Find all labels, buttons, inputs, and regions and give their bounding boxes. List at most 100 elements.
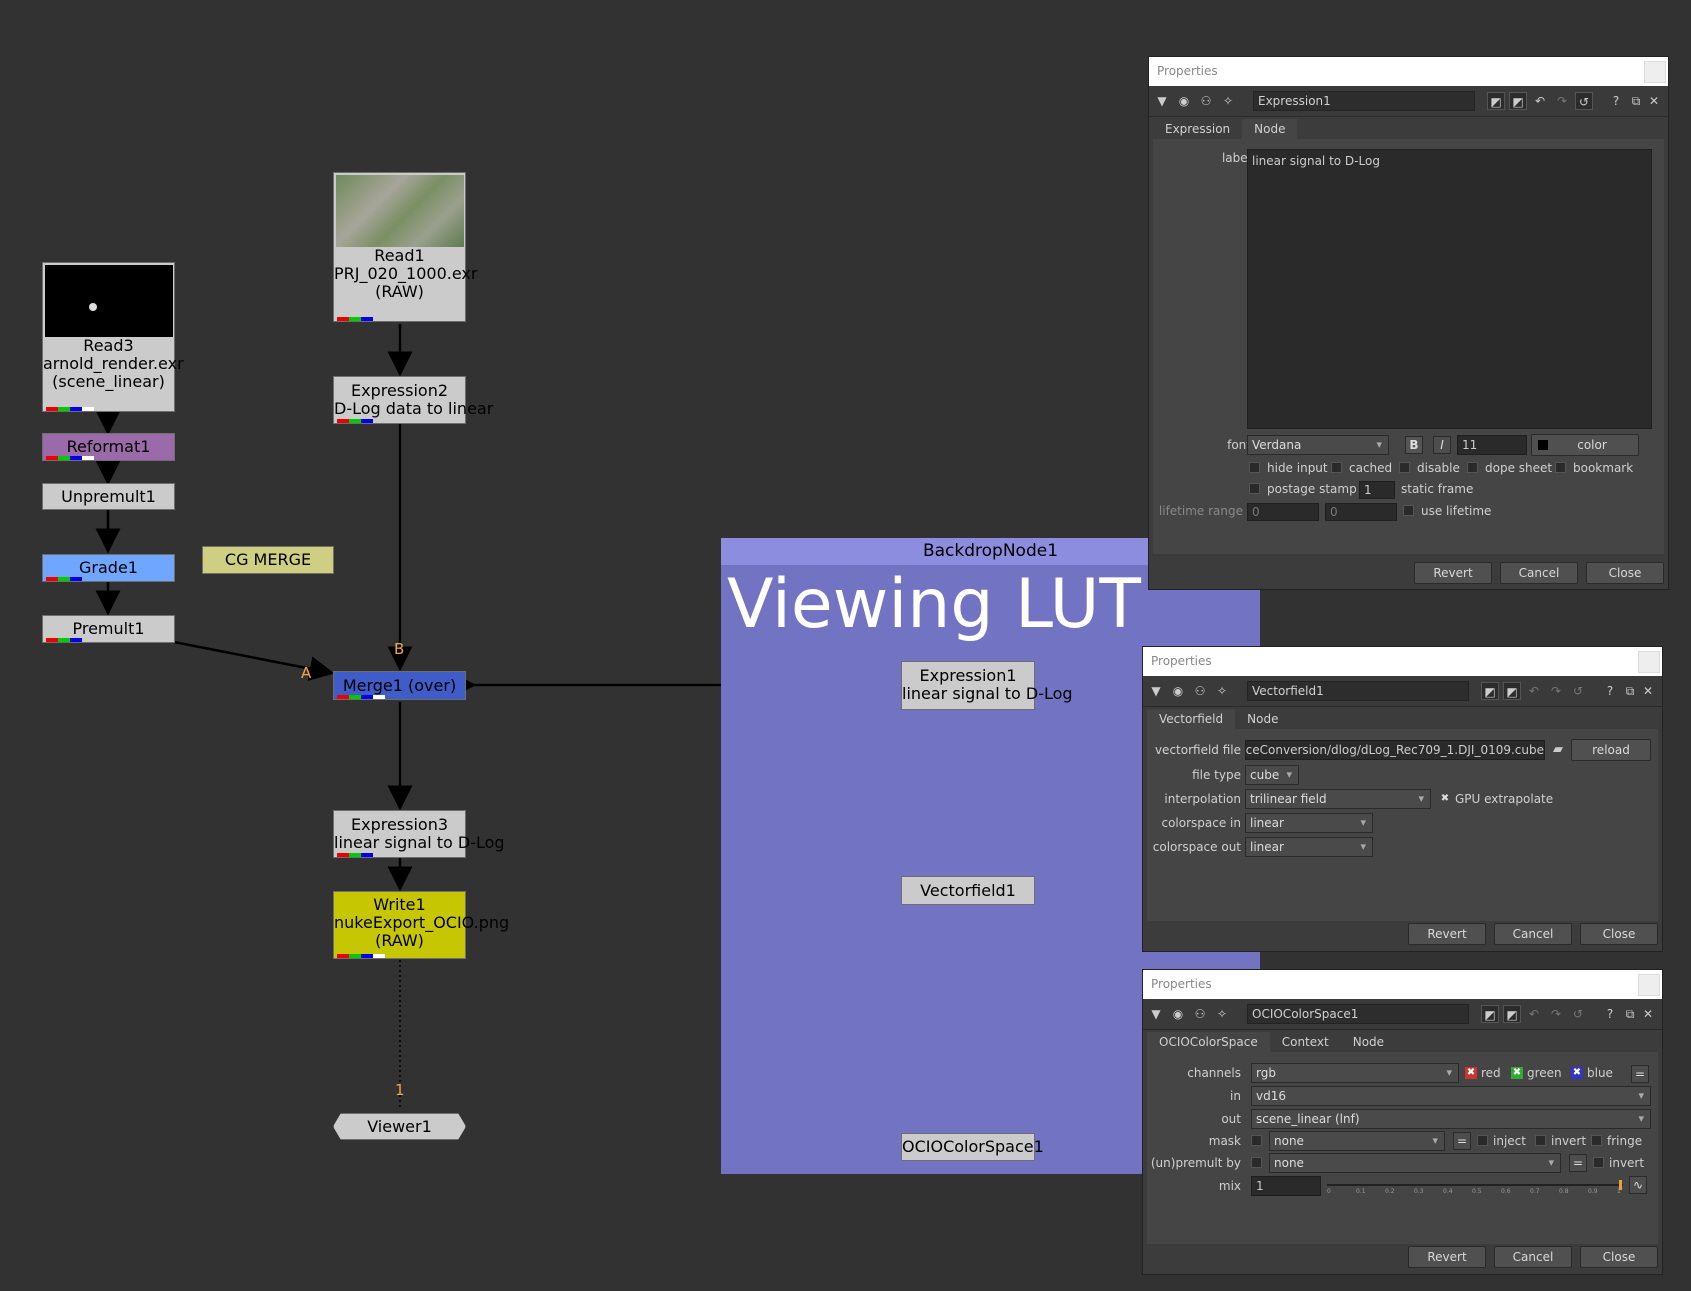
color-swatch2-icon[interactable]: ◩ [1509,92,1527,110]
gpu-extrapolate-checkbox[interactable]: ✖ [1439,793,1451,805]
node-reformat1[interactable]: Reformat1 [42,433,175,461]
channels-dropdown[interactable]: rgb [1251,1063,1459,1083]
input-icon[interactable]: ⚇ [1197,92,1215,110]
node-unpremult1[interactable]: Unpremult1 [42,483,175,510]
fringe-checkbox[interactable] [1591,1135,1602,1146]
premult-checkbox[interactable] [1251,1157,1262,1168]
tab-context[interactable]: Context [1270,1032,1341,1052]
cancel-button[interactable]: Cancel [1500,562,1578,584]
close-button[interactable]: Close [1586,562,1664,584]
panel-close-box[interactable] [1638,651,1660,673]
italic-button[interactable]: I [1433,436,1451,454]
wrench-icon[interactable]: ✧ [1213,682,1231,700]
node-vectorfield1[interactable]: Vectorfield1 [901,876,1035,905]
panel-title-bar[interactable]: Properties [1149,57,1668,86]
revert-button[interactable]: Revert [1408,1246,1486,1268]
wrench-icon[interactable]: ✧ [1213,1005,1231,1023]
node-name-field[interactable]: Vectorfield1 [1247,681,1469,701]
blue-checkbox[interactable]: ✖ [1571,1067,1583,1079]
center-node-icon[interactable]: ◉ [1175,92,1193,110]
revert-button[interactable]: Revert [1414,562,1492,584]
use-lifetime-checkbox[interactable] [1403,505,1414,516]
color-button[interactable]: color [1531,434,1639,456]
undo-icon[interactable]: ↶ [1531,92,1549,110]
help-icon[interactable]: ? [1607,92,1625,110]
color-swatch2-icon[interactable]: ◩ [1503,682,1521,700]
center-node-icon[interactable]: ◉ [1169,682,1187,700]
postage-frame-field[interactable]: 1 [1359,481,1395,499]
help-icon[interactable]: ? [1601,682,1619,700]
color-swatch-icon[interactable]: ◩ [1487,92,1505,110]
node-name-field[interactable]: OCIOColorSpace1 [1247,1004,1469,1024]
mask-dropdown[interactable]: none [1269,1131,1445,1151]
close-button[interactable]: Close [1580,923,1658,945]
node-read3[interactable]: Read3 arnold_render.exr (scene_linear) [42,262,184,412]
green-checkbox[interactable]: ✖ [1511,1067,1523,1079]
tab-node[interactable]: Node [1242,119,1298,139]
panel-title-bar[interactable]: Properties [1143,970,1662,999]
font-dropdown[interactable]: Verdana [1247,435,1389,455]
help-icon[interactable]: ? [1601,1005,1619,1023]
input-icon[interactable]: ⚇ [1191,1005,1209,1023]
close-icon[interactable]: ✕ [1639,1005,1657,1023]
node-merge1[interactable]: Merge1 (over) [333,671,466,700]
reload-button[interactable]: reload [1571,739,1651,761]
hide-input-checkbox[interactable] [1249,462,1260,473]
node-grade1[interactable]: Grade1 [42,554,175,582]
revert-button[interactable]: Revert [1408,923,1486,945]
node-name-field[interactable]: Expression1 [1253,91,1475,111]
input-icon[interactable]: ⚇ [1191,682,1209,700]
reset-icon[interactable]: ↺ [1575,92,1593,110]
mask-checkbox[interactable] [1251,1135,1262,1146]
lifetime-end-field[interactable]: 0 [1325,503,1397,521]
tab-node[interactable]: Node [1235,709,1290,729]
color-swatch-icon[interactable]: ◩ [1481,1005,1499,1023]
colorspace-out-dropdown[interactable]: linear [1245,837,1373,857]
curve-icon[interactable]: ∿ [1629,1176,1647,1194]
float-icon[interactable]: ⧉ [1627,92,1645,110]
close-icon[interactable]: ✕ [1645,92,1663,110]
reset-icon[interactable]: ↺ [1569,682,1587,700]
premult-link-button[interactable]: = [1569,1154,1587,1172]
collapse-icon[interactable]: ▼ [1147,682,1165,700]
file-type-dropdown[interactable]: cube [1245,765,1299,785]
bookmark-checkbox[interactable] [1555,462,1566,473]
mask-link-button[interactable]: = [1453,1132,1471,1150]
tab-expression[interactable]: Expression [1153,119,1242,139]
panel-close-box[interactable] [1644,61,1666,83]
redo-icon[interactable]: ↷ [1547,682,1565,700]
folder-icon[interactable]: ▰ [1549,741,1567,759]
redo-icon[interactable]: ↷ [1553,92,1571,110]
panel-close-box[interactable] [1638,974,1660,996]
lifetime-start-field[interactable]: 0 [1247,503,1319,521]
mix-slider-handle[interactable] [1619,1180,1622,1190]
properties-panel-vectorfield1[interactable]: Properties ▼ ◉ ⚇ ✧ Vectorfield1 ◩ ◩ ↶ ↷ … [1142,646,1663,952]
node-cg-merge[interactable]: CG MERGE [202,546,334,574]
close-icon[interactable]: ✕ [1639,682,1657,700]
undo-icon[interactable]: ↶ [1525,682,1543,700]
properties-panel-expression1[interactable]: Properties ▼ ◉ ⚇ ✧ Expression1 ◩ ◩ ↶ ↷ ↺… [1148,56,1669,590]
invert-checkbox[interactable] [1535,1135,1546,1146]
wrench-icon[interactable]: ✧ [1219,92,1237,110]
label-textarea[interactable]: linear signal to D-Log [1247,149,1652,429]
center-node-icon[interactable]: ◉ [1169,1005,1187,1023]
inject-checkbox[interactable] [1477,1135,1488,1146]
node-ociocolorspace1[interactable]: OCIOColorSpace1 [901,1133,1044,1161]
color-swatch2-icon[interactable]: ◩ [1503,1005,1521,1023]
cancel-button[interactable]: Cancel [1494,923,1572,945]
tab-node[interactable]: Node [1341,1032,1396,1052]
node-premult1[interactable]: Premult1 [42,615,175,643]
node-write1[interactable]: Write1 nukeExport_OCIO.png (RAW) [333,891,509,959]
node-read1[interactable]: Read1 PRJ_020_1000.exr (RAW) [333,172,477,322]
colorspace-in-dropdown[interactable]: linear [1245,813,1373,833]
out-dropdown[interactable]: scene_linear (lnf) [1251,1109,1651,1129]
tab-vectorfield[interactable]: Vectorfield [1147,709,1236,729]
in-dropdown[interactable]: vd16 [1251,1086,1651,1106]
undo-icon[interactable]: ↶ [1525,1005,1543,1023]
properties-panel-ociocolorspace1[interactable]: Properties ▼ ◉ ⚇ ✧ OCIOColorSpace1 ◩ ◩ ↶… [1142,969,1663,1275]
node-viewer1[interactable]: Viewer1 [333,1113,466,1140]
color-swatch-icon[interactable]: ◩ [1481,682,1499,700]
node-expression3[interactable]: Expression3 linear signal to D-Log [333,810,505,858]
node-expression1[interactable]: Expression1 linear signal to D-Log [901,661,1073,710]
red-checkbox[interactable]: ✖ [1465,1067,1477,1079]
